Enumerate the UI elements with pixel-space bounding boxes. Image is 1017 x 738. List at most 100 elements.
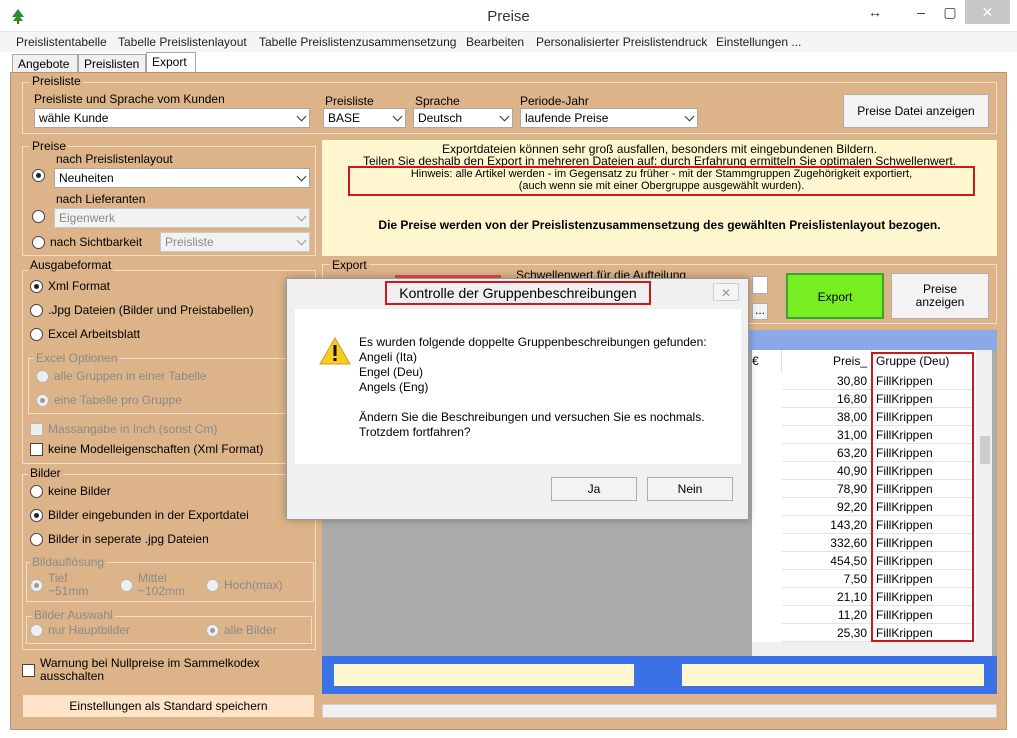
alle-bilder-radio[interactable] bbox=[206, 624, 219, 637]
alle-gruppen-radio[interactable] bbox=[36, 370, 49, 383]
preise-group-label: Preise bbox=[30, 139, 69, 153]
dialog-spacer bbox=[359, 395, 707, 410]
bilder-eingebunden-radio[interactable] bbox=[30, 509, 43, 522]
inch-label: Massangabe in Inch (sonst Cm) bbox=[48, 422, 218, 436]
pro-gruppe-radio[interactable] bbox=[36, 394, 49, 407]
dialog-line-2: Angeli (Ita) bbox=[359, 350, 418, 364]
menu-einstellungen[interactable]: Einstellungen ... bbox=[716, 35, 801, 49]
menu-preislistentabelle[interactable]: Preislistentabelle bbox=[16, 35, 107, 49]
standard-speichern-button[interactable]: Einstellungen als Standard speichern bbox=[22, 694, 315, 718]
nullpreise-checkbox[interactable] bbox=[22, 664, 35, 677]
lieferanten-radio[interactable] bbox=[32, 210, 45, 223]
price-cell[interactable]: 92,20 bbox=[782, 498, 871, 516]
preise-datei-anzeigen-button[interactable]: Preise Datei anzeigen bbox=[843, 94, 989, 128]
lieferanten-value: Eigenwerk bbox=[59, 211, 116, 225]
chevron-down-icon bbox=[296, 211, 307, 222]
hauptbilder-label: nur Hauptbilder bbox=[48, 623, 131, 637]
price-cell[interactable]: 63,20 bbox=[782, 444, 871, 462]
price-cell[interactable]: 454,50 bbox=[782, 552, 871, 570]
mittel-label: Mittel ~102mm bbox=[138, 572, 185, 598]
bilder-auswahl-label: Bilder Auswahl bbox=[32, 608, 115, 622]
excel-optionen-label: Excel Optionen bbox=[34, 351, 120, 365]
dialog-close-button[interactable]: ✕ bbox=[713, 283, 739, 301]
lieferanten-select[interactable]: Eigenwerk bbox=[54, 208, 310, 228]
resize-icon[interactable]: ↔ bbox=[860, 0, 890, 24]
price-cell[interactable]: 7,50 bbox=[782, 570, 871, 588]
maximize-button[interactable]: ▢ bbox=[936, 0, 964, 24]
menu-personalisierter-preislistendruck[interactable]: Personalisierter Preislistendruck bbox=[536, 35, 707, 49]
ja-button[interactable]: Ja bbox=[551, 477, 637, 501]
price-cell[interactable]: 38,00 bbox=[782, 408, 871, 426]
dialog-box: Kontrolle der Gruppenbeschreibungen ✕ Es… bbox=[286, 278, 749, 520]
status-field-left bbox=[334, 664, 634, 686]
price-cell[interactable]: 11,20 bbox=[782, 606, 871, 624]
preise-anzeigen-button[interactable]: Preise anzeigen bbox=[891, 273, 989, 319]
price-cell[interactable]: 30,80 bbox=[782, 372, 871, 390]
minimize-button[interactable]: – bbox=[906, 0, 936, 24]
price-cell[interactable]: 21,10 bbox=[782, 588, 871, 606]
kunde-value: wähle Kunde bbox=[39, 111, 109, 125]
price-cell[interactable]: 31,00 bbox=[782, 426, 871, 444]
kunde-label: Preisliste und Sprache vom Kunden bbox=[34, 92, 225, 106]
jpg-radio[interactable] bbox=[30, 304, 43, 317]
status-bar bbox=[322, 656, 997, 694]
dialog-line-5: Ändern Sie die Beschreibungen und versuc… bbox=[359, 410, 705, 424]
browse-button[interactable]: ... bbox=[752, 303, 768, 320]
preisliste-value: BASE bbox=[328, 111, 361, 125]
tab-export[interactable]: Export bbox=[146, 52, 196, 73]
price-cell[interactable]: 40,90 bbox=[782, 462, 871, 480]
lieferanten-label: nach Lieferanten bbox=[56, 192, 146, 206]
chevron-down-icon bbox=[296, 111, 307, 122]
warning-icon bbox=[319, 337, 351, 365]
price-cell[interactable]: 25,30 bbox=[782, 624, 871, 642]
preisliste-select[interactable]: BASE bbox=[323, 108, 406, 128]
xml-radio[interactable] bbox=[30, 280, 43, 293]
dialog-line-3: Engel (Deu) bbox=[359, 365, 424, 379]
close-button[interactable]: ✕ bbox=[965, 0, 1010, 24]
hint-highlight: Hinweis: alle Artikel werden - im Gegens… bbox=[348, 166, 975, 196]
tief-radio[interactable] bbox=[30, 579, 43, 592]
tab-preislisten[interactable]: Preislisten bbox=[78, 54, 146, 72]
layout-radio[interactable] bbox=[32, 169, 45, 182]
menu-tabelle-preislistenlayout[interactable]: Tabelle Preislistenlayout bbox=[118, 35, 247, 49]
info-bold: Die Preise werden von der Preislistenzus… bbox=[378, 218, 941, 232]
keine-bilder-radio[interactable] bbox=[30, 485, 43, 498]
price-cell[interactable]: 143,20 bbox=[782, 516, 871, 534]
layout-label: nach Preislistenlayout bbox=[56, 152, 173, 166]
price-cell[interactable]: 332,60 bbox=[782, 534, 871, 552]
grid-header-partial[interactable]: € bbox=[752, 350, 782, 372]
menu-bar: Preislistentabelle Tabelle Preislistenla… bbox=[0, 32, 1017, 52]
bilder-label: Bilder bbox=[28, 466, 63, 480]
sichtbarkeit-label: nach Sichtbarkeit bbox=[50, 235, 143, 249]
dialog-message: Es wurden folgende doppelte Gruppenbesch… bbox=[359, 335, 707, 440]
layout-select[interactable]: Neuheiten bbox=[54, 168, 310, 188]
nein-button[interactable]: Nein bbox=[647, 477, 733, 501]
bilder-eingebunden-label: Bilder eingebunden in der Exportdatei bbox=[48, 508, 249, 522]
tab-angebote[interactable]: Angebote bbox=[12, 54, 78, 72]
tief-label: Tief ~51mm bbox=[48, 572, 88, 598]
mittel-radio[interactable] bbox=[120, 579, 133, 592]
inch-checkbox[interactable] bbox=[30, 423, 43, 436]
price-cell[interactable]: 78,90 bbox=[782, 480, 871, 498]
menu-tabelle-preislistenzusammensetzung[interactable]: Tabelle Preislistenzusammensetzung bbox=[259, 35, 456, 49]
spinner-control[interactable] bbox=[752, 276, 768, 294]
kunde-select[interactable]: wähle Kunde bbox=[34, 108, 310, 128]
price-cell[interactable]: 16,80 bbox=[782, 390, 871, 408]
hauptbilder-radio[interactable] bbox=[30, 624, 43, 637]
sprache-select[interactable]: Deutsch bbox=[413, 108, 513, 128]
horizontal-scrollbar[interactable] bbox=[752, 642, 992, 656]
export-button[interactable]: Export bbox=[786, 273, 884, 319]
grid-header-preis[interactable]: Preis_ bbox=[782, 350, 872, 372]
sichtbarkeit-select[interactable]: Preisliste bbox=[160, 232, 310, 252]
modell-checkbox[interactable] bbox=[30, 443, 43, 456]
keine-bilder-label: keine Bilder bbox=[48, 484, 111, 498]
sichtbarkeit-radio[interactable] bbox=[32, 236, 45, 249]
excel-radio[interactable] bbox=[30, 328, 43, 341]
sichtbarkeit-value: Preisliste bbox=[165, 235, 214, 249]
scrollbar-thumb[interactable] bbox=[980, 436, 990, 464]
hoch-radio[interactable] bbox=[206, 579, 219, 592]
periode-select[interactable]: laufende Preise bbox=[520, 108, 698, 128]
vertical-scrollbar[interactable] bbox=[976, 350, 992, 642]
menu-bearbeiten[interactable]: Bearbeiten bbox=[466, 35, 524, 49]
bilder-seperat-radio[interactable] bbox=[30, 533, 43, 546]
